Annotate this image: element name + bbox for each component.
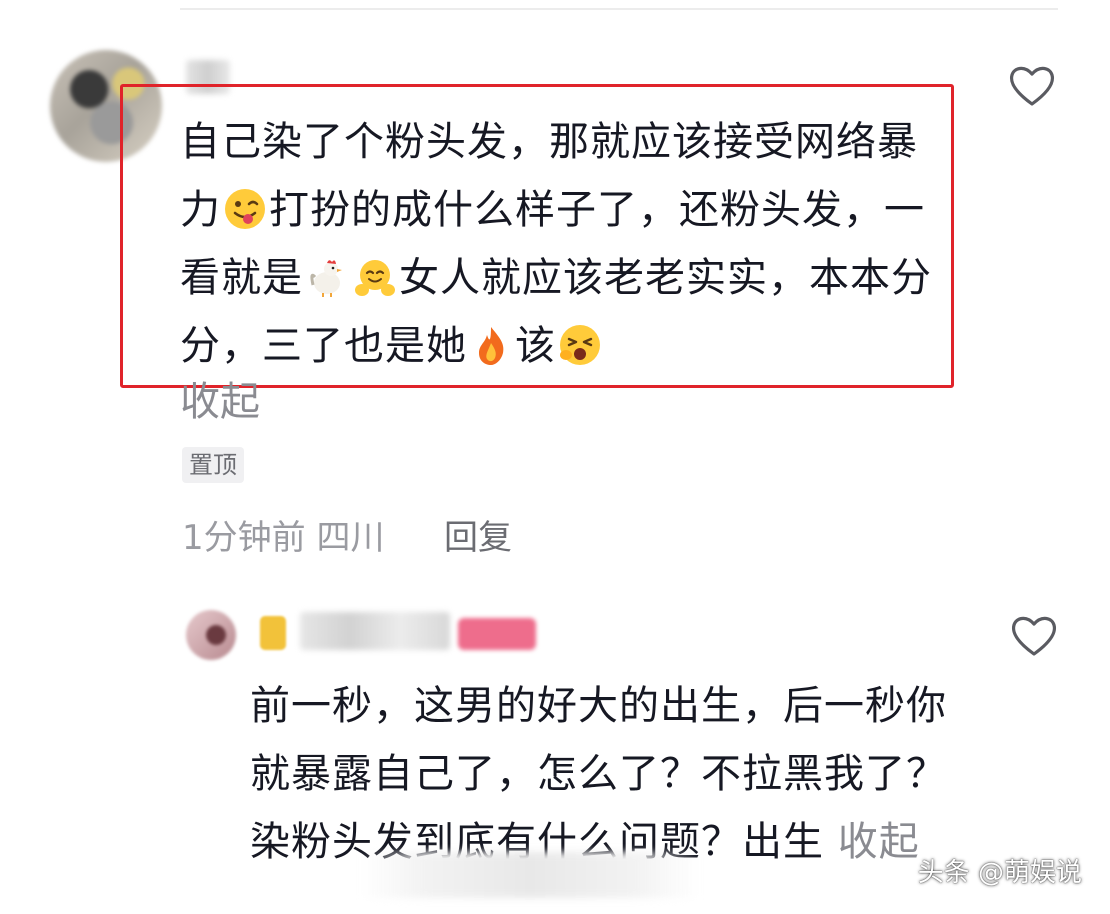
comment-time: 1分钟前	[182, 518, 306, 558]
blurred-region	[360, 852, 700, 898]
like-heart-icon[interactable]	[1010, 614, 1058, 658]
level-badge	[260, 616, 286, 650]
username-blurred[interactable]	[300, 612, 450, 650]
comment-text: 前一秒，这男的好大的出生，后一秒你就暴露自己了，怎么了？不拉黑我了？染粉头发到底…	[250, 672, 950, 876]
like-heart-icon[interactable]	[1008, 64, 1056, 108]
highlight-box	[120, 84, 954, 388]
fan-badge	[458, 618, 536, 650]
comment-location: 四川	[316, 518, 385, 558]
avatar[interactable]	[186, 610, 236, 660]
collapse-link[interactable]: 收起	[838, 819, 920, 865]
comment-list-screen: 自己染了个粉头发，那就应该接受网络暴力 打扮的成什么样子了，还粉头发，一看就是 …	[0, 0, 1110, 914]
comment-meta: 1分钟前 四川	[182, 512, 384, 564]
collapse-link[interactable]: 收起	[180, 374, 260, 430]
pinned-tag: 置顶	[182, 447, 244, 483]
reply-button[interactable]: 回复	[444, 512, 512, 564]
divider	[180, 8, 1058, 10]
watermark: 头条 @萌娱说	[917, 858, 1082, 888]
